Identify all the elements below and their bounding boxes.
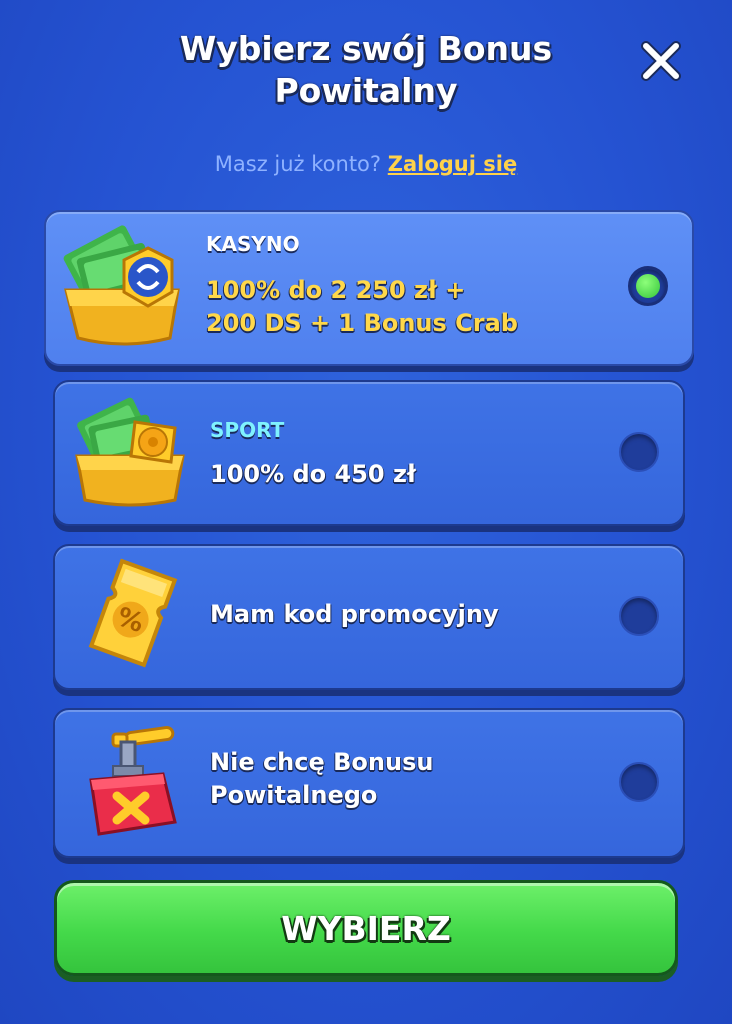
offer-line-1: Nie chcę Bonusu — [210, 748, 434, 776]
option-offer: Mam kod promocyjny — [210, 598, 499, 631]
offer-line-1: 100% do 2 250 zł + — [206, 276, 466, 304]
login-link[interactable]: Zaloguj się — [388, 152, 517, 176]
option-card-sport[interactable]: SPORT 100% do 450 zł — [53, 380, 685, 526]
close-icon — [641, 41, 681, 81]
offer-line-1: Mam kod promocyjny — [210, 600, 499, 628]
login-question: Masz już konto? — [214, 152, 382, 176]
page-title: Wybierz swój Bonus Powitalny — [179, 29, 553, 110]
option-offer: 100% do 2 250 zł + 200 DS + 1 Bonus Crab — [206, 274, 518, 340]
radio-unselected[interactable] — [619, 432, 659, 472]
option-category: SPORT — [210, 418, 285, 442]
option-offer: Nie chcę Bonusu Powitalnego — [210, 746, 433, 812]
radio-selected[interactable] — [628, 266, 668, 306]
option-offer: 100% do 450 zł — [210, 458, 416, 491]
detonator-box-icon — [89, 725, 177, 836]
offer-line-1: 100% do 450 zł — [210, 460, 416, 488]
option-card-kasyno[interactable]: KASYNO 100% do 2 250 zł + 200 DS + 1 Bon… — [44, 210, 694, 366]
option-card-promo-code[interactable]: % Mam kod promocyjny — [53, 544, 685, 690]
option-category: KASYNO — [206, 232, 300, 256]
selected-dot — [636, 274, 660, 298]
cash-box-ball-icon — [75, 397, 185, 507]
cash-box-coin-icon — [63, 225, 180, 346]
login-prompt: Masz już konto? Zaloguj się — [0, 152, 732, 176]
choose-button[interactable]: WYBIERZ — [54, 880, 678, 976]
choose-button-label: WYBIERZ — [281, 909, 451, 948]
promo-ticket-icon: % — [88, 558, 178, 668]
offer-line-2: 200 DS + 1 Bonus Crab — [206, 309, 518, 337]
close-button[interactable] — [636, 36, 686, 86]
radio-unselected[interactable] — [619, 762, 659, 802]
option-card-no-bonus[interactable]: Nie chcę Bonusu Powitalnego — [53, 708, 685, 858]
radio-unselected[interactable] — [619, 596, 659, 636]
offer-line-2: Powitalnego — [210, 781, 378, 809]
